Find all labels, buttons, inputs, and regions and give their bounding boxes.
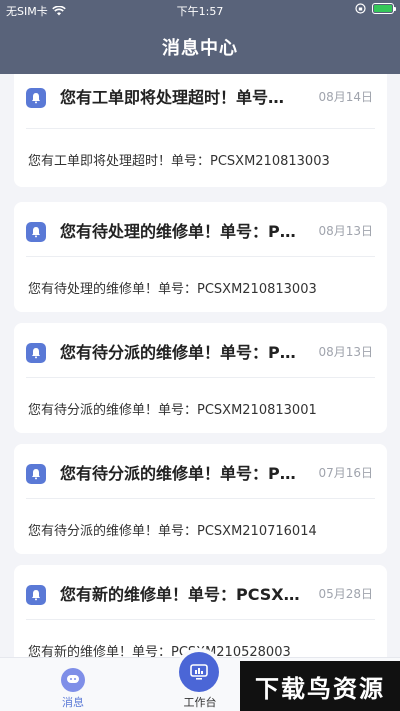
message-card-header: 您有新的维修单！单号：PCSXM210528003 05月28日: [14, 565, 387, 619]
message-date: 08月13日: [318, 345, 373, 359]
message-card[interactable]: 您有新的维修单！单号：PCSXM210528003 05月28日 您有新的维修单…: [14, 565, 387, 657]
divider: [26, 377, 375, 378]
status-time: 下午1:57: [176, 5, 224, 18]
message-date: 08月13日: [318, 224, 373, 238]
bell-icon: [26, 222, 46, 242]
message-title: 您有待分派的维修单！单号：PCSXM210813001: [60, 343, 300, 362]
tab-messages[interactable]: 消息: [43, 658, 103, 711]
watermark-logo: 下载鸟资源: [240, 661, 400, 711]
tab-workbench[interactable]: 工作台: [170, 652, 230, 711]
bell-icon: [26, 585, 46, 605]
message-card-header: 您有待处理的维修单！单号：PCSXM210813003 08月13日: [14, 202, 387, 256]
message-date: 07月16日: [318, 466, 373, 480]
chat-icon: [61, 668, 85, 692]
bell-icon: [26, 464, 46, 484]
app-header: 无SIM卡 下午1:57 消息中心: [0, 0, 400, 74]
divider: [26, 256, 375, 257]
message-date: 08月14日: [318, 90, 373, 104]
page-title: 消息中心: [162, 38, 238, 59]
divider: [26, 128, 375, 129]
tab-messages-label: 消息: [62, 696, 84, 709]
message-card[interactable]: 您有待处理的维修单！单号：PCSXM210813003 08月13日 您有待处理…: [14, 202, 387, 312]
message-card[interactable]: 您有工单即将处理超时！单号：PCSXM210813003 08月14日 您有工单…: [14, 74, 387, 187]
workbench-icon: [179, 652, 219, 692]
status-bar: 无SIM卡 下午1:57: [0, 0, 400, 20]
status-right: [355, 3, 396, 14]
message-body: 您有工单即将处理超时！单号：PCSXM210813003: [28, 154, 330, 169]
message-card[interactable]: 您有待分派的维修单！单号：PCSXM210716014 07月16日 您有待分派…: [14, 444, 387, 554]
bell-icon: [26, 343, 46, 363]
message-card-header: 您有工单即将处理超时！单号：PCSXM210813003 08月14日: [14, 74, 387, 122]
orientation-lock-icon: [355, 3, 366, 14]
message-body: 您有待分派的维修单！单号：PCSXM210716014: [28, 524, 317, 539]
tab-workbench-label: 工作台: [183, 696, 217, 709]
message-card-header: 您有待分派的维修单！单号：PCSXM210813001 08月13日: [14, 323, 387, 377]
message-body: 您有待处理的维修单！单号：PCSXM210813003: [28, 282, 317, 297]
message-list[interactable]: 您有工单即将处理超时！单号：PCSXM210813003 08月14日 您有工单…: [0, 74, 400, 657]
message-card-header: 您有待分派的维修单！单号：PCSXM210716014 07月16日: [14, 444, 387, 498]
bell-icon: [26, 88, 46, 108]
battery-icon: [372, 3, 396, 14]
message-date: 05月28日: [318, 587, 373, 601]
message-title: 您有待处理的维修单！单号：PCSXM210813003: [60, 222, 300, 241]
message-card[interactable]: 您有待分派的维修单！单号：PCSXM210813001 08月13日 您有待分派…: [14, 323, 387, 433]
message-title: 您有新的维修单！单号：PCSXM210528003: [60, 585, 300, 604]
divider: [26, 619, 375, 620]
message-title: 您有工单即将处理超时！单号：PCSXM210813003: [60, 88, 300, 107]
divider: [26, 498, 375, 499]
message-title: 您有待分派的维修单！单号：PCSXM210716014: [60, 464, 300, 483]
message-body: 您有待分派的维修单！单号：PCSXM210813001: [28, 403, 317, 418]
